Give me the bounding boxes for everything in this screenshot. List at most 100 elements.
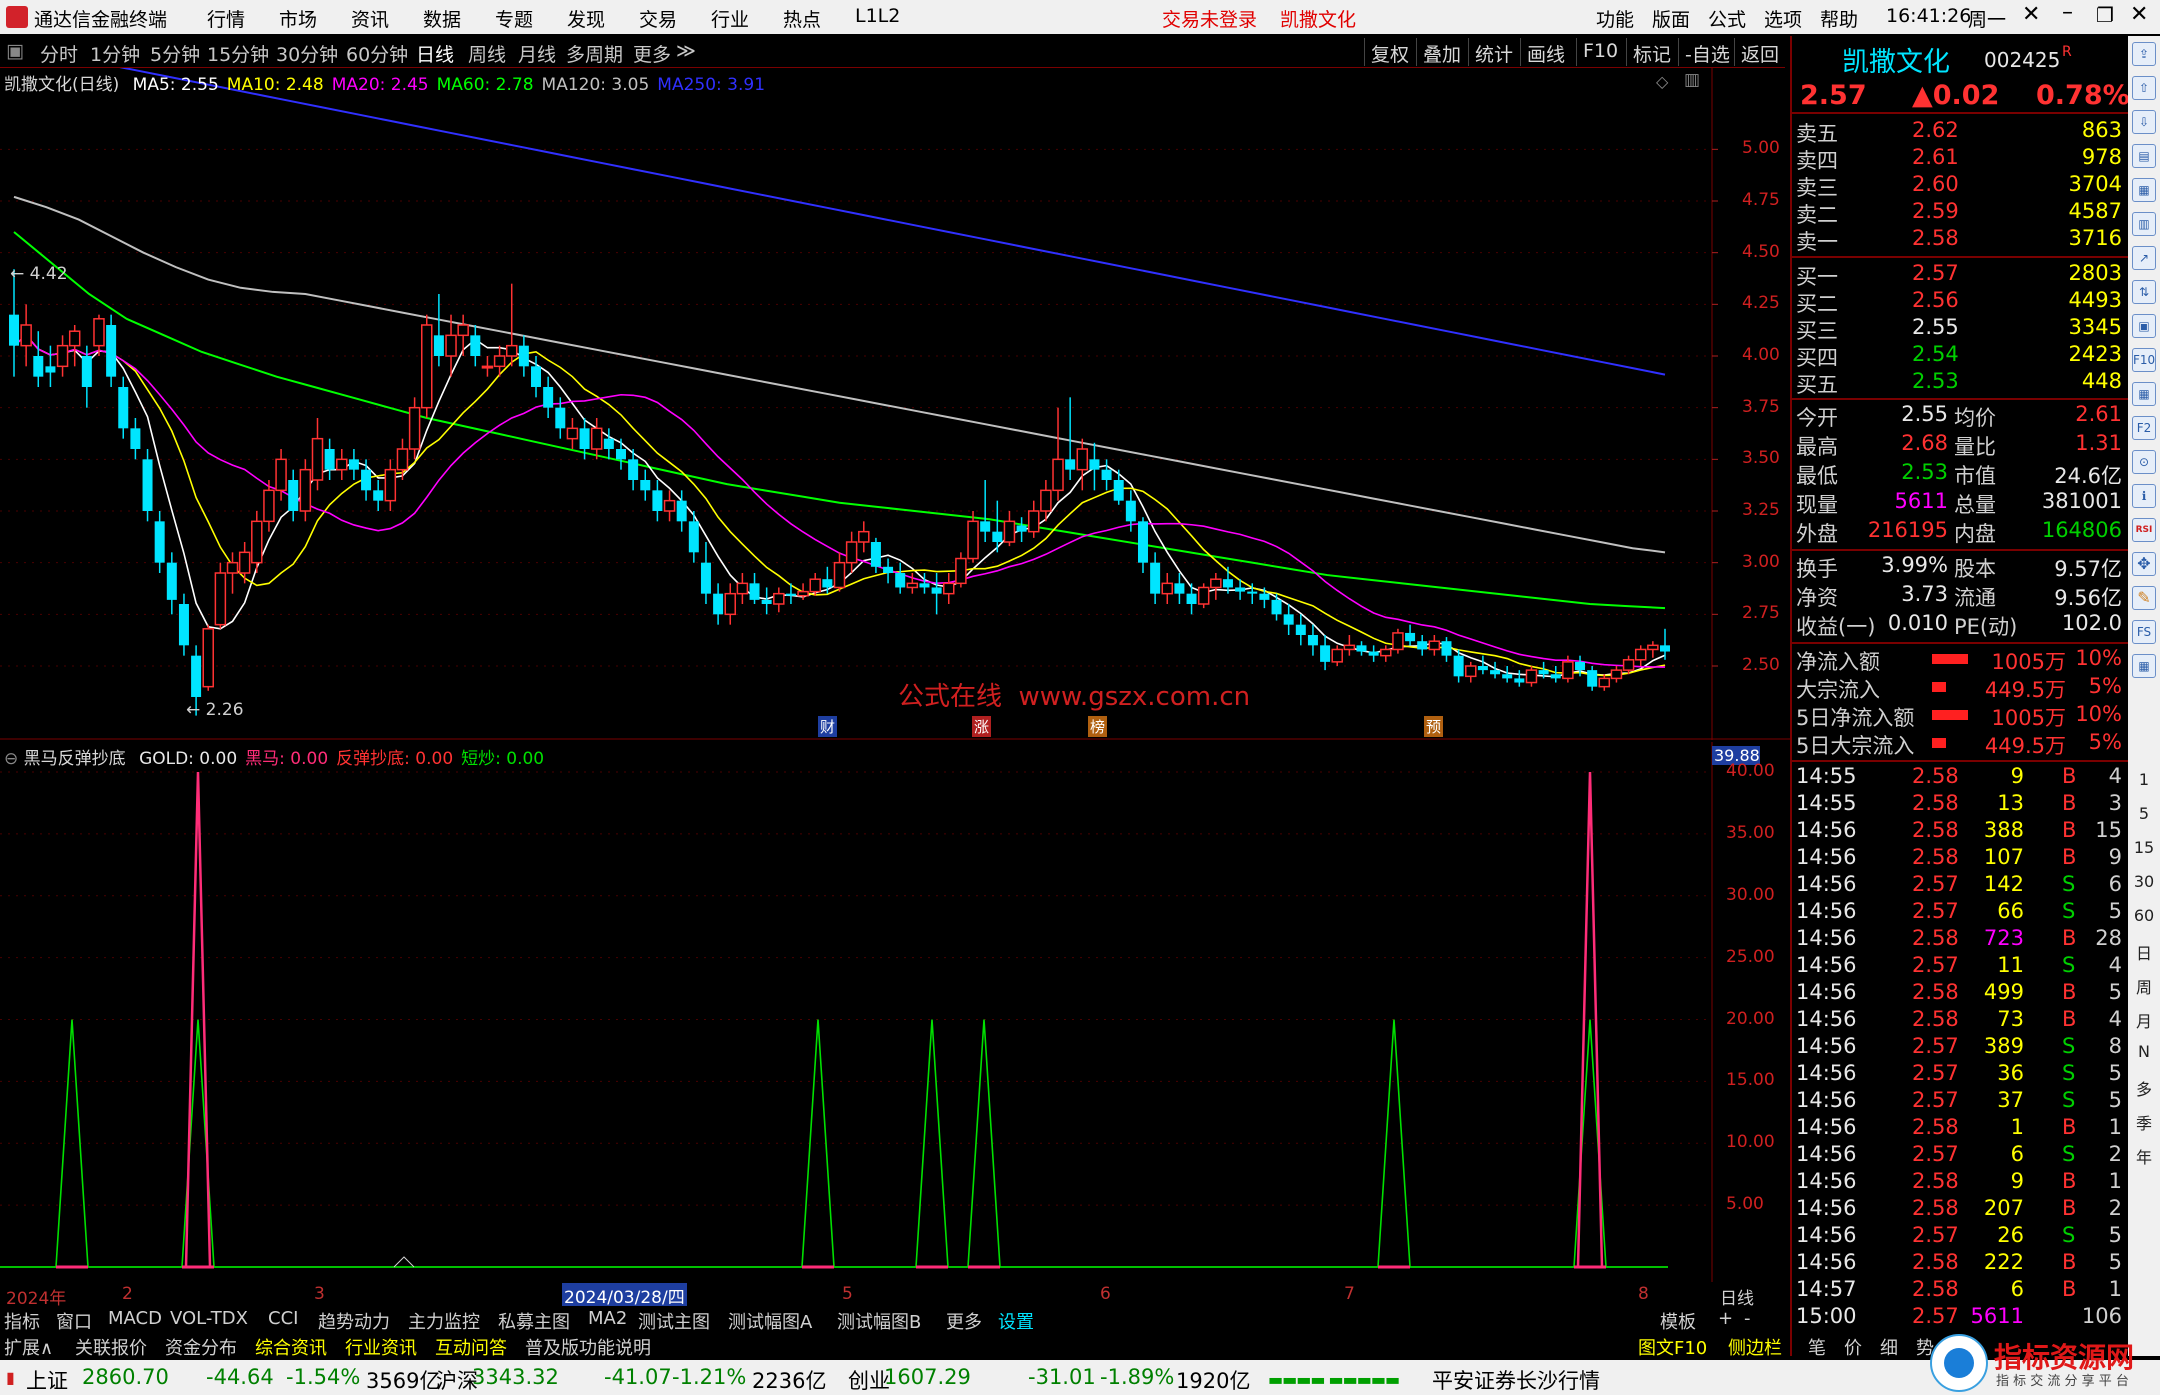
side-period-2[interactable]: 15 [2128, 838, 2160, 857]
side-period-0[interactable]: 1 [2128, 770, 2160, 789]
compare-icon[interactable]: ⇅ [2132, 280, 2156, 304]
indicator-tab-8[interactable]: MA2 [588, 1308, 627, 1329]
menu-hot[interactable]: 热点 [783, 5, 821, 32]
btn-overlay[interactable]: 叠加 [1416, 38, 1467, 66]
menu-industry[interactable]: 行业 [711, 5, 749, 32]
chart-panel-icon[interactable]: ▥ [1684, 70, 1700, 90]
period-1min[interactable]: 1分钟 [90, 40, 140, 67]
calc-icon[interactable]: ▦ [2132, 654, 2156, 678]
close-window-icon[interactable]: ✕ [2022, 2, 2040, 27]
period-more[interactable]: 更多 [633, 40, 671, 67]
indicator-tab-0[interactable]: 指标 [4, 1308, 40, 1334]
chart-toggle-icon[interactable]: ◇ [1656, 72, 1668, 91]
info-icon[interactable]: ℹ [2132, 484, 2156, 508]
period-30min[interactable]: 30分钟 [276, 40, 338, 67]
side-period-11[interactable]: 年 [2128, 1144, 2160, 1168]
indicator-collapse-icon[interactable]: ⊖ [4, 749, 18, 769]
side-period-8[interactable]: N [2128, 1042, 2160, 1061]
side-period-9[interactable]: 多 [2128, 1076, 2160, 1100]
indicator-tab-3[interactable]: VOL-TDX [170, 1308, 248, 1329]
side-tab-3[interactable]: 价 [1844, 1334, 1862, 1360]
indicator-tab-13[interactable]: 设置 [998, 1308, 1034, 1334]
template-button-0[interactable]: 模板 [1660, 1308, 1696, 1334]
nav-up-icon[interactable]: ⇪ [2132, 42, 2156, 66]
nav-top-icon[interactable]: ⇧ [2132, 76, 2156, 100]
period-multi[interactable]: 多周期 [566, 40, 623, 67]
info-tab-2[interactable]: 资金分布 [165, 1334, 237, 1360]
marker-rank[interactable]: 榜 [1088, 716, 1108, 737]
layout-icon[interactable]: ▦ [2132, 382, 2156, 406]
move-icon[interactable]: ✥ [2132, 552, 2156, 576]
fs-icon[interactable]: FS [2132, 620, 2156, 644]
side-period-4[interactable]: 60 [2128, 906, 2160, 925]
btn-draw[interactable]: 画线 [1520, 38, 1571, 66]
menu-data[interactable]: 数据 [423, 5, 461, 32]
info-tab-4[interactable]: 行业资讯 [345, 1334, 417, 1360]
menu-l1l2[interactable]: L1L2 [855, 5, 900, 27]
kline-chart[interactable]: 凯撒文化(日线) MA5: 2.55 MA10: 2.48 MA20: 2.45 MA… [0, 68, 1790, 740]
indicator-tab-11[interactable]: 测试幅图B [837, 1308, 921, 1334]
period-5min[interactable]: 5分钟 [150, 40, 200, 67]
period-monthly[interactable]: 月线 [518, 40, 556, 67]
f10-icon[interactable]: F10 [2132, 348, 2156, 372]
broker-server[interactable]: 平安证券长沙行情 [1432, 1365, 1600, 1395]
template-button-2[interactable]: - [1744, 1308, 1751, 1329]
minimize-icon[interactable]: – [2062, 0, 2073, 25]
menu-help[interactable]: 帮助 [1820, 5, 1858, 32]
status-index-name[interactable]: 上证 [26, 1365, 68, 1395]
login-status[interactable]: 交易未登录 [1162, 5, 1257, 32]
indicator-tab-7[interactable]: 私募主图 [498, 1308, 570, 1334]
menu-topics[interactable]: 专题 [495, 5, 533, 32]
side-period-3[interactable]: 30 [2128, 872, 2160, 891]
menu-quotes[interactable]: 行情 [207, 5, 245, 32]
indicator-tab-2[interactable]: MACD [108, 1308, 162, 1329]
close-app-icon[interactable]: ✕ [2130, 2, 2148, 27]
period-15min[interactable]: 15分钟 [207, 40, 269, 67]
menu-news[interactable]: 资讯 [351, 5, 389, 32]
menu-options[interactable]: 选项 [1764, 5, 1802, 32]
info-tab-1[interactable]: 关联报价 [75, 1334, 147, 1360]
btn-remove-favorite[interactable]: -自选 [1678, 38, 1736, 66]
info-tab-6[interactable]: 普及版功能说明 [525, 1334, 651, 1360]
info-tab-3[interactable]: 综合资讯 [255, 1334, 327, 1360]
indicator-tab-12[interactable]: 更多 [946, 1308, 982, 1334]
menu-market[interactable]: 市场 [279, 5, 317, 32]
menu-formula[interactable]: 公式 [1708, 5, 1746, 32]
menu-function[interactable]: 功能 [1596, 5, 1634, 32]
side-tab-2[interactable]: 笔 [1808, 1334, 1826, 1360]
stock-info-icon[interactable]: ▤ [2132, 144, 2156, 168]
template-button-1[interactable]: + [1718, 1308, 1733, 1329]
period-weekly[interactable]: 周线 [468, 40, 506, 67]
pencil-icon[interactable]: ✎ [2132, 586, 2156, 610]
side-period-7[interactable]: 月 [2128, 1008, 2160, 1032]
side-tab-5[interactable]: 势 [1916, 1334, 1934, 1360]
zoom-icon[interactable]: ⊙ [2132, 450, 2156, 474]
side-tab-4[interactable]: 细 [1880, 1334, 1898, 1360]
info-tab-0[interactable]: 扩展∧ [4, 1334, 53, 1360]
btn-mark[interactable]: 标记 [1626, 38, 1677, 66]
f2-icon[interactable]: F2 [2132, 416, 2156, 440]
news-icon[interactable]: ▣ [2132, 314, 2156, 338]
more-chevron-icon[interactable]: ≫ [676, 40, 696, 62]
btn-back[interactable]: 返回 [1734, 38, 1785, 66]
indicator-tab-9[interactable]: 测试主图 [638, 1308, 710, 1334]
marker-forecast[interactable]: 预 [1424, 716, 1444, 737]
chart-menu-icon[interactable]: ▣ [6, 40, 24, 62]
indicator-tab-5[interactable]: 趋势动力 [318, 1308, 390, 1334]
menu-discover[interactable]: 发现 [567, 5, 605, 32]
side-period-1[interactable]: 5 [2128, 804, 2160, 823]
btn-f10[interactable]: F10 [1576, 38, 1624, 66]
trend-icon[interactable]: ↗ [2132, 246, 2156, 270]
period-60min[interactable]: 60分钟 [346, 40, 408, 67]
btn-adjust[interactable]: 复权 [1364, 38, 1415, 66]
indicator-chart[interactable]: ⊖ 黑马反弹抄底 GOLD: 0.00 黑马: 0.00 反弹抄底: 0.00 短炒:… [0, 742, 1790, 1282]
marker-limit-up[interactable]: 涨 [972, 716, 992, 737]
side-period-5[interactable]: 日 [2128, 940, 2160, 964]
side-period-10[interactable]: 季 [2128, 1110, 2160, 1134]
info-tab-5[interactable]: 互动问答 [435, 1334, 507, 1360]
kline-icon[interactable]: ▥ [2132, 212, 2156, 236]
restore-icon[interactable]: ❐ [2096, 3, 2114, 27]
indicator-tab-10[interactable]: 测试幅图A [728, 1308, 812, 1334]
period-daily[interactable]: 日线 [416, 40, 454, 67]
list-icon[interactable]: ▦ [2132, 178, 2156, 202]
